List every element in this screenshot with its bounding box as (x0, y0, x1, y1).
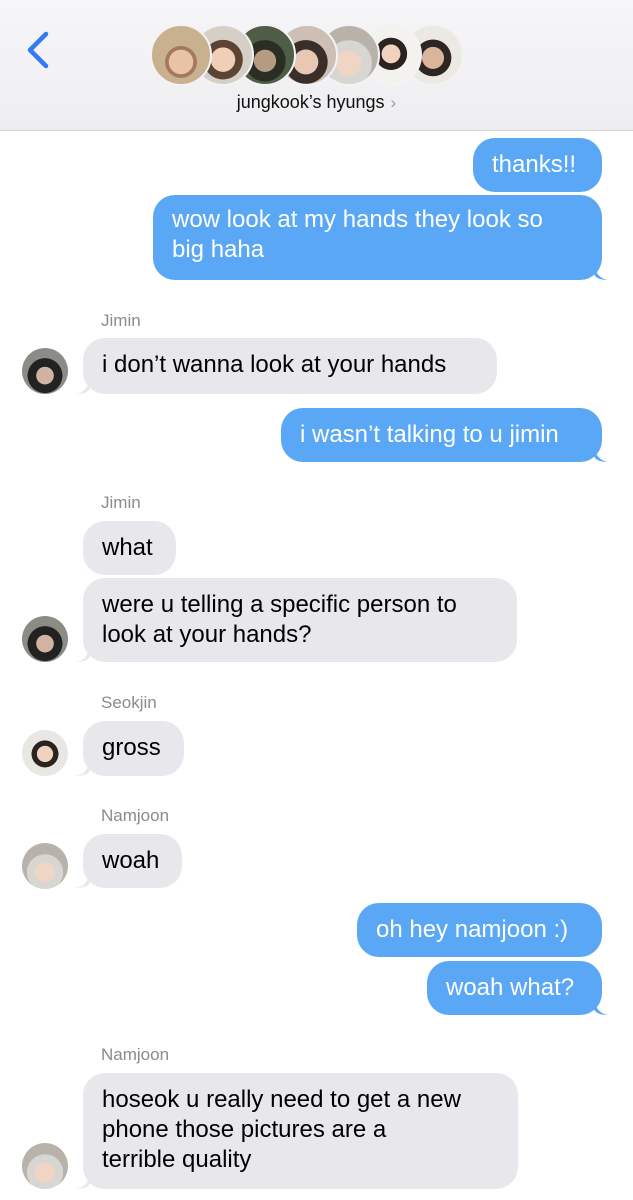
bubble-tail (594, 264, 608, 280)
message-text-line: were u telling a specific person to (102, 591, 457, 618)
avatar[interactable] (22, 1143, 68, 1189)
outgoing-message[interactable]: thanks!! (473, 138, 602, 192)
incoming-message[interactable]: i don’t wanna look at your hands (83, 338, 497, 394)
message-text: what (102, 534, 153, 561)
message-text: i don’t wanna look at your hands (102, 351, 447, 378)
message-text: thanks!! (492, 151, 577, 178)
chevron-right-icon: › (390, 93, 397, 112)
message-text-line: big haha (172, 236, 265, 263)
sender-name: Namjoon (101, 806, 170, 825)
message-text-line: wow look at my hands they look so (172, 206, 543, 233)
message-text: woah (102, 847, 160, 874)
bubble-tail (594, 999, 608, 1015)
message-text-line: look at your hands? (102, 621, 312, 648)
avatar[interactable] (22, 616, 68, 662)
bubble-tail (76, 646, 90, 662)
bubble-tail (76, 760, 90, 776)
outgoing-message[interactable]: woah what? (427, 961, 602, 1015)
bubble-tail (76, 378, 90, 394)
bubble-tail (76, 1173, 90, 1189)
group-avatars[interactable] (150, 24, 490, 86)
sender-name: Jimin (101, 311, 141, 330)
outgoing-message[interactable]: wow look at my hands they look so big ha… (153, 195, 602, 280)
sender-name: Seokjin (101, 693, 157, 712)
avatar[interactable] (22, 730, 68, 776)
sender-name: Namjoon (101, 1045, 170, 1064)
incoming-message[interactable]: gross (83, 721, 184, 776)
group-name-button[interactable]: jungkook’s hyungs › (0, 92, 633, 113)
incoming-message[interactable]: what (83, 521, 176, 575)
avatar[interactable] (22, 843, 68, 889)
group-name-label: jungkook’s hyungs (236, 92, 385, 112)
bubble-tail (594, 446, 608, 462)
incoming-message[interactable]: woah (83, 834, 182, 888)
message-text-line: hoseok u really need to get a new (102, 1086, 461, 1113)
message-text-line: phone those pictures are a (102, 1116, 387, 1143)
bubble-tail (76, 872, 90, 888)
chevron-left-icon[interactable] (18, 28, 58, 72)
member-avatar-1 (150, 24, 212, 86)
message-text: woah what? (446, 974, 575, 1001)
incoming-message[interactable]: hoseok u really need to get a new phone … (83, 1073, 518, 1189)
message-text-line: terrible quality (102, 1146, 252, 1173)
avatar[interactable] (22, 348, 68, 394)
message-text: gross (102, 734, 161, 761)
message-text: i wasn’t talking to u jimin (300, 421, 559, 448)
outgoing-message[interactable]: oh hey namjoon :) (357, 903, 602, 957)
incoming-message[interactable]: were u telling a specific person to look… (83, 578, 517, 662)
outgoing-message[interactable]: i wasn’t talking to u jimin (281, 408, 602, 462)
sender-name: Jimin (101, 493, 141, 512)
conversation-header: jungkook’s hyungs › (0, 0, 633, 131)
message-text: oh hey namjoon :) (376, 916, 569, 943)
